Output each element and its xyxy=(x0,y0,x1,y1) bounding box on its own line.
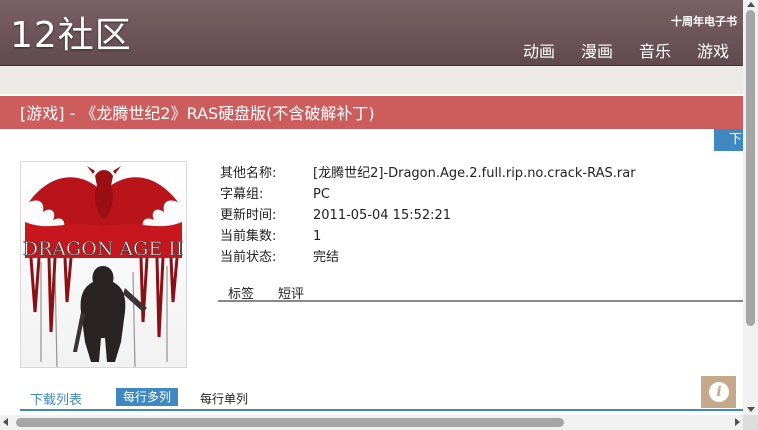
horizontal-scroll-thumb[interactable] xyxy=(16,418,564,427)
anniversary-ebook-link[interactable]: 十周年电子书 xyxy=(671,13,737,29)
download-tab[interactable]: 下 xyxy=(714,129,743,151)
info-row-other-name: 其他名称: [龙腾世纪2]-Dragon.Age.2.full.rip.no.cr… xyxy=(220,163,636,184)
info-value: 2011-05-04 15:52:21 xyxy=(313,208,452,223)
page-title: [游戏] - 《龙腾世纪2》RAS硬盘版(不含破解补丁) xyxy=(0,96,743,129)
vertical-scrollbar[interactable] xyxy=(743,0,758,415)
scroll-down-arrow-icon[interactable] xyxy=(747,407,755,412)
info-value: 1 xyxy=(313,229,322,244)
nav-item-games[interactable]: 游戏 xyxy=(697,38,729,62)
vertical-scroll-thumb[interactable] xyxy=(746,10,755,326)
nav-item-manga[interactable]: 漫画 xyxy=(581,38,613,62)
info-value: [龙腾世纪2]-Dragon.Age.2.full.rip.no.crack-R… xyxy=(313,166,636,181)
info-label: 更新时间: xyxy=(220,208,277,223)
multi-column-button[interactable]: 每行多列 xyxy=(116,388,179,406)
detail-subtabs: 标签 短评 xyxy=(218,283,743,302)
nav-item-music[interactable]: 音乐 xyxy=(639,38,671,62)
single-column-button[interactable]: 每行单列 xyxy=(200,390,248,407)
subheader-band xyxy=(0,66,743,94)
cover-image: DRAGON AGE II xyxy=(20,161,187,368)
tab-tags[interactable]: 标签 xyxy=(228,283,254,302)
info-label: 其他名称: xyxy=(220,166,277,181)
tab-download-list[interactable]: 下载列表 xyxy=(30,389,82,408)
download-list-tabs: 下载列表 每行多列 每行单列 xyxy=(20,385,743,411)
info-row-status: 当前状态: 完结 xyxy=(220,247,636,268)
scrollbar-corner xyxy=(743,415,758,430)
info-row-update-time: 更新时间: 2011-05-04 15:52:21 xyxy=(220,205,636,226)
info-label: 当前集数: xyxy=(220,229,277,244)
info-label: 当前状态: xyxy=(220,250,277,265)
page-viewport: 12社区 十周年电子书 动画 漫画 音乐 游戏 [游戏] - 《龙腾世纪2》RA… xyxy=(0,0,743,415)
main-nav: 动画 漫画 音乐 游戏 xyxy=(523,38,729,62)
scroll-left-arrow-icon[interactable] xyxy=(3,418,8,426)
nav-item-anime[interactable]: 动画 xyxy=(523,38,555,62)
info-icon: i xyxy=(709,382,729,402)
horizontal-scrollbar[interactable] xyxy=(0,415,743,430)
dragon-age-cover-image: DRAGON AGE II xyxy=(21,162,186,367)
scroll-right-arrow-icon[interactable] xyxy=(735,418,740,426)
site-logo[interactable]: 12社区 xyxy=(10,14,132,58)
info-row-subtitle-group: 字幕组: PC xyxy=(220,184,636,205)
info-value: PC xyxy=(313,187,330,202)
svg-text:DRAGON AGE II: DRAGON AGE II xyxy=(23,238,184,260)
info-value: 完结 xyxy=(313,250,340,265)
scroll-up-arrow-icon[interactable] xyxy=(747,2,755,7)
info-badge[interactable]: i xyxy=(701,376,736,408)
game-info-table: 其他名称: [龙腾世纪2]-Dragon.Age.2.full.rip.no.cr… xyxy=(220,163,636,268)
info-label: 字幕组: xyxy=(220,187,264,202)
site-header: 12社区 十周年电子书 动画 漫画 音乐 游戏 xyxy=(0,0,743,66)
tab-reviews[interactable]: 短评 xyxy=(278,283,304,302)
info-row-episode-count: 当前集数: 1 xyxy=(220,226,636,247)
